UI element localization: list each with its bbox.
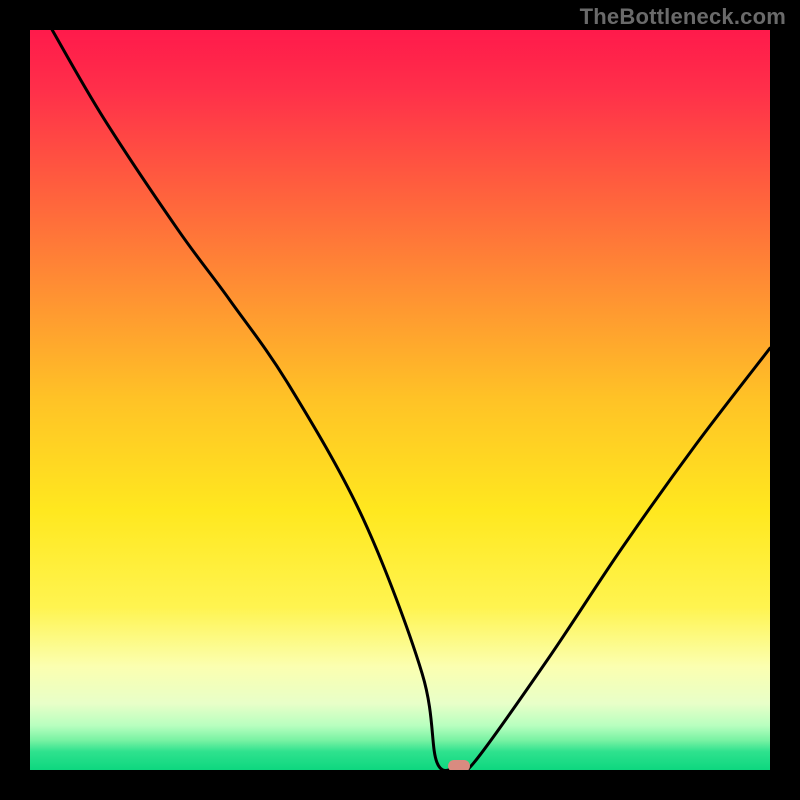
chart-frame: TheBottleneck.com [0, 0, 800, 800]
watermark-text: TheBottleneck.com [580, 4, 786, 30]
bottleneck-chart [30, 30, 770, 770]
bottleneck-curve-line [52, 30, 770, 770]
bottleneck-marker [448, 760, 470, 770]
plot-area [30, 30, 770, 770]
